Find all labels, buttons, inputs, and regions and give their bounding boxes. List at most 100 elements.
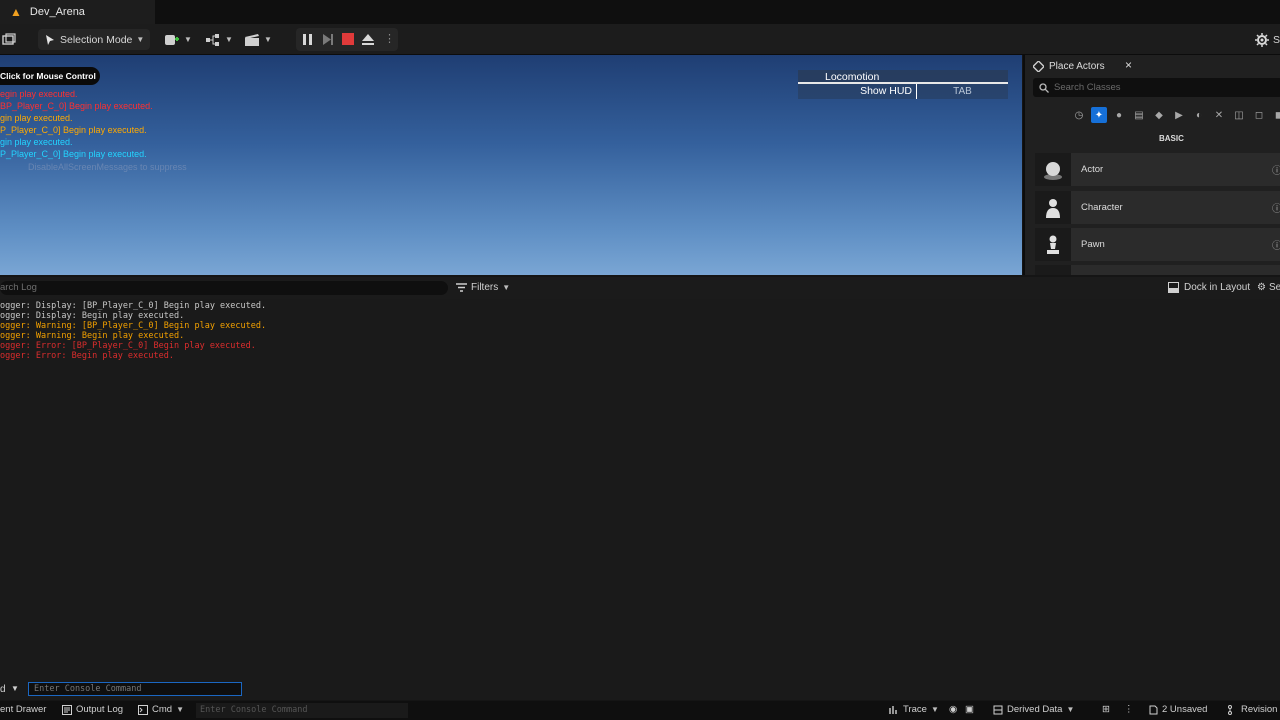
content-drawer-label: ent Drawer (0, 704, 47, 715)
level-viewport[interactable]: Click for Mouse Control egin play execut… (0, 55, 1022, 275)
unsaved-button[interactable]: 2 Unsaved (1149, 704, 1207, 715)
filters-label: Filters (471, 282, 499, 293)
selection-mode-dropdown[interactable]: Selection Mode ▼ (38, 29, 151, 50)
cmd-label: Cmd (152, 704, 173, 715)
trace-dropdown[interactable]: Trace ▼ (889, 704, 939, 715)
settings-button[interactable]: S (1255, 29, 1280, 50)
cinematics-button[interactable]: ▼ (244, 29, 272, 50)
more-options-icon[interactable]: ⋮ (1124, 704, 1134, 715)
derived-data-label: Derived Data (1007, 704, 1063, 715)
output-log[interactable]: ogger: Display: [BP_Player_C_0] Begin pl… (0, 299, 1280, 679)
main-toolbar: Selection Mode ▼ ▼ ▼ ▼ ⋮ S (0, 24, 1280, 55)
hud-title: Locomotion (798, 70, 1008, 84)
log-line: ogger: Error: [BP_Player_C_0] Begin play… (0, 341, 256, 351)
search-placeholder: Search Classes (1054, 82, 1121, 93)
all-classes-icon[interactable]: ◫ (1231, 107, 1247, 123)
terminal-icon (138, 704, 148, 715)
screen-message: BP_Player_C_0] Begin play executed. (0, 101, 153, 111)
cmd-dropdown[interactable]: Cmd ▼ (138, 704, 184, 715)
derived-data-dropdown[interactable]: Derived Data ▼ (993, 704, 1074, 715)
output-log-button[interactable]: Output Log (62, 704, 123, 715)
show-hud-label: Show HUD (798, 84, 917, 99)
search-icon (1039, 82, 1049, 93)
chevron-down-icon[interactable]: ▼ (11, 684, 19, 693)
chevron-down-icon: ▼ (184, 35, 192, 44)
revision-control-button[interactable]: Revision (1228, 704, 1277, 715)
status-console-input[interactable]: Enter Console Command (196, 703, 408, 718)
save-icon[interactable] (2, 29, 16, 50)
filters-dropdown[interactable]: Filters ▼ (456, 282, 510, 293)
actor-list-item[interactable]: Character ⓘ (1035, 191, 1280, 224)
more-icon[interactable]: ◼ (1271, 107, 1280, 123)
stop-icon[interactable] (342, 33, 354, 45)
search-classes-input[interactable]: Search Classes (1033, 78, 1280, 97)
lights-icon[interactable]: ● (1111, 107, 1127, 123)
source-control-icon[interactable]: ⊞ (1102, 704, 1110, 715)
add-content-button[interactable]: ▼ (164, 29, 192, 50)
derived-data-icon (993, 705, 1003, 715)
close-icon[interactable]: × (1125, 58, 1132, 72)
misc-icon[interactable]: ◻ (1251, 107, 1267, 123)
actor-list-item[interactable]: Pawn ⓘ (1035, 228, 1280, 261)
chevron-down-icon: ▼ (1066, 705, 1075, 714)
chevron-down-icon: ▼ (176, 705, 184, 714)
screen-message: gin play executed. (0, 113, 73, 123)
screen-message: P_Player_C_0] Begin play executed. (0, 125, 147, 135)
basic-icon[interactable]: ✦ (1091, 107, 1107, 123)
play-controls: ⋮ (296, 28, 398, 51)
cmd-selector-label[interactable]: d (0, 684, 6, 695)
log-settings-label: Se (1268, 282, 1280, 293)
record-icon[interactable]: ◉ (949, 704, 957, 715)
actor-icon (1035, 153, 1071, 186)
screen-message: P_Player_C_0] Begin play executed. (0, 149, 147, 159)
actor-list-item[interactable] (1035, 265, 1280, 275)
output-log-label: Output Log (76, 704, 124, 715)
more-options-icon[interactable]: ⋮ (384, 32, 395, 45)
level-icon: ▲ (10, 5, 22, 19)
section-heading: BASIC (1159, 134, 1184, 143)
info-icon[interactable]: ⓘ (1272, 200, 1280, 215)
screen-message: egin play executed. (0, 89, 78, 99)
geometry-icon[interactable]: ◐ (1191, 107, 1207, 123)
dock-icon (1168, 282, 1179, 293)
chevron-down-icon: ▼ (264, 35, 272, 44)
unsaved-label: 2 Unsaved (1162, 704, 1208, 715)
visual-effects-icon[interactable]: ▶ (1171, 107, 1187, 123)
recent-icon[interactable]: ◷ (1071, 107, 1087, 123)
shapes-icon[interactable]: ▤ (1131, 107, 1147, 123)
info-icon[interactable]: ⓘ (1272, 237, 1280, 252)
level-tab[interactable]: ▲ Dev_Arena (0, 0, 155, 24)
log-line: ogger: Display: [BP_Player_C_0] Begin pl… (0, 301, 267, 311)
gear-icon (1255, 32, 1269, 47)
content-drawer-button[interactable]: ent Drawer (0, 704, 46, 715)
category-icons: ◷ ✦ ● ▤ ◆ ▶ ◐ ✕ ◫ ◻ ◼ (1071, 107, 1280, 123)
step-frame-icon[interactable] (322, 33, 335, 46)
actor-name: Actor (1081, 164, 1104, 175)
log-line: ogger: Warning: [BP_Player_C_0] Begin pl… (0, 321, 267, 331)
trace-icon (889, 705, 899, 715)
cinematic-icon[interactable]: ◆ (1151, 107, 1167, 123)
chevron-down-icon: ▼ (502, 283, 511, 292)
output-log-icon (62, 704, 72, 715)
console-command-input[interactable]: Enter Console Command (28, 682, 242, 696)
log-line: ogger: Warning: Begin play executed. (0, 331, 185, 341)
dock-in-layout-button[interactable]: Dock in Layout (1168, 282, 1250, 293)
eject-icon[interactable] (361, 33, 375, 46)
pause-icon[interactable] (302, 33, 314, 46)
gear-icon: ⚙ (1257, 282, 1266, 293)
filter-icon (456, 283, 467, 292)
screenshot-icon[interactable]: ▣ (965, 704, 974, 715)
search-log-input[interactable]: arch Log (0, 281, 448, 295)
log-settings-button[interactable]: ⚙ Se (1257, 282, 1280, 293)
blueprint-button[interactable]: ▼ (205, 29, 233, 50)
actor-list-item[interactable]: Actor ⓘ (1035, 153, 1280, 186)
chevron-down-icon: ▼ (930, 705, 939, 714)
volumes-icon[interactable]: ✕ (1211, 107, 1227, 123)
actor-name: Pawn (1081, 239, 1105, 250)
title-bar (0, 0, 1280, 24)
trace-label: Trace (903, 704, 927, 715)
info-icon[interactable]: ⓘ (1272, 162, 1280, 177)
screen-message: gin play executed. (0, 137, 73, 147)
screen-message-hint: DisableAllScreenMessages to suppress (28, 162, 187, 172)
character-icon (1035, 191, 1071, 224)
